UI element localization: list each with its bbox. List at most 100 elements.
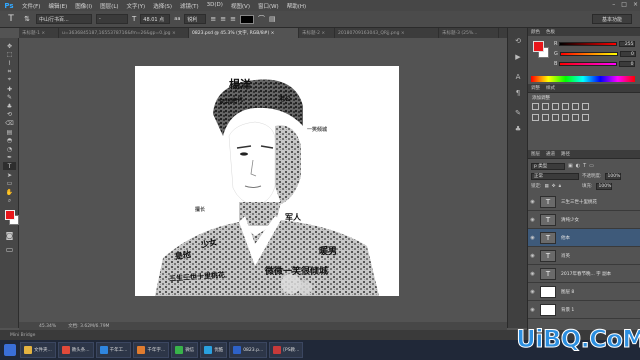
- start-button[interactable]: [4, 344, 16, 356]
- adjustment-layer-icon[interactable]: [542, 103, 549, 110]
- red-slider[interactable]: [559, 42, 618, 46]
- adjustment-layer-icon[interactable]: [552, 103, 559, 110]
- font-style-select[interactable]: -: [96, 14, 128, 24]
- filter-adjust-icon[interactable]: ◐: [576, 163, 580, 169]
- visibility-eye-icon[interactable]: ◉: [528, 235, 537, 241]
- path-select-icon[interactable]: ➤: [3, 171, 16, 179]
- visibility-eye-icon[interactable]: ◉: [528, 307, 537, 313]
- warp-text-icon[interactable]: ⌒: [258, 14, 265, 24]
- clone-source-icon[interactable]: ♣: [512, 124, 524, 134]
- menu-item[interactable]: 选择(S): [149, 2, 176, 10]
- font-size-select[interactable]: 48.01 点: [140, 14, 171, 24]
- adjustment-layer-icon[interactable]: [552, 114, 559, 121]
- layer-row[interactable]: ◉ T 2017年春节晚... 字 副本: [528, 265, 640, 283]
- green-slider[interactable]: [559, 52, 618, 56]
- document-tab[interactable]: 0823.psd @ 45.3% (文字, RGB/8#) ×: [189, 28, 299, 38]
- adjustment-layer-icon[interactable]: [582, 103, 589, 110]
- menu-item[interactable]: 编辑(E): [44, 2, 71, 10]
- layer-kind-select[interactable]: p 类型: [531, 162, 565, 170]
- layer-row[interactable]: ◉ T 三生三世十里桃花: [528, 193, 640, 211]
- tab-channels[interactable]: 通道: [546, 151, 555, 157]
- filter-shape-icon[interactable]: ▭: [589, 163, 594, 169]
- color-spectrum[interactable]: [531, 76, 635, 82]
- adjustment-layer-icon[interactable]: [532, 103, 539, 110]
- filter-pixel-icon[interactable]: ▣: [568, 163, 573, 169]
- text-orientation-icon[interactable]: ⇅: [22, 13, 32, 25]
- taskbar-item[interactable]: 优酷: [200, 342, 228, 358]
- taskbar-item[interactable]: 微信: [171, 342, 199, 358]
- dodge-icon[interactable]: ◔: [3, 145, 16, 153]
- foreground-color-swatch[interactable]: [5, 210, 15, 220]
- document-tab[interactable]: 未标题-1 ×: [19, 28, 59, 38]
- document-tab[interactable]: 未标题-2 ×: [299, 28, 335, 38]
- character-panel-icon[interactable]: A: [512, 72, 524, 82]
- filter-type-icon[interactable]: T: [583, 163, 586, 169]
- marquee-icon[interactable]: ⬚: [3, 51, 16, 59]
- zoom-icon[interactable]: ⌕: [3, 197, 16, 205]
- document-tab[interactable]: 未标题-3 (25%...: [439, 28, 499, 38]
- align-right-icon[interactable]: ≡: [230, 15, 236, 23]
- shape-icon[interactable]: ▭: [3, 180, 16, 188]
- history-panel-icon[interactable]: ⟲: [512, 36, 524, 46]
- font-family-select[interactable]: 中山行书百...: [36, 14, 92, 24]
- eraser-icon[interactable]: ⌫: [3, 119, 16, 127]
- taskbar-item[interactable]: [PS教...: [269, 342, 304, 358]
- menu-item[interactable]: 文字(Y): [123, 2, 150, 10]
- layer-row[interactable]: ◉ T 清纯少女: [528, 211, 640, 229]
- adjustment-layer-icon[interactable]: [572, 114, 579, 121]
- taskbar-item[interactable]: 教头条...: [57, 342, 94, 358]
- taskbar-item[interactable]: 千年字...: [133, 342, 170, 358]
- blue-slider[interactable]: [559, 62, 618, 66]
- visibility-eye-icon[interactable]: ◉: [528, 217, 537, 223]
- layer-row[interactable]: ◉ 图层 8: [528, 283, 640, 301]
- menu-item[interactable]: 滤镜(T): [176, 2, 203, 10]
- type-icon[interactable]: T: [3, 162, 16, 171]
- adjustment-layer-icon[interactable]: [562, 103, 569, 110]
- eyedropper-icon[interactable]: ⌖: [3, 76, 16, 84]
- lock-pixels-icon[interactable]: ▦: [545, 184, 549, 189]
- stamp-icon[interactable]: ♣: [3, 102, 16, 110]
- align-left-icon[interactable]: ≡: [210, 15, 216, 23]
- tab-styles[interactable]: 样式: [546, 85, 555, 91]
- document-tab[interactable]: u=3636845187,1655378716&fm=26&gp=0.jpg ×: [59, 28, 189, 38]
- pen-icon[interactable]: ✒: [3, 154, 16, 162]
- tab-swatches[interactable]: 色板: [546, 29, 555, 35]
- menu-item[interactable]: 视图(V): [227, 2, 254, 10]
- minimize-icon[interactable]: –: [612, 1, 615, 8]
- history-brush-icon[interactable]: ⟲: [3, 111, 16, 119]
- menu-item[interactable]: 图层(L): [96, 2, 122, 10]
- workspace-select[interactable]: 基本功能: [592, 14, 632, 24]
- blur-icon[interactable]: ◓: [3, 137, 16, 145]
- opacity-input[interactable]: 100%: [604, 172, 621, 180]
- fill-input[interactable]: 100%: [595, 182, 612, 190]
- lock-all-icon[interactable]: 🔒︎: [559, 183, 561, 189]
- visibility-eye-icon[interactable]: ◉: [528, 271, 537, 277]
- hand-icon[interactable]: ✋: [3, 188, 16, 196]
- layer-row[interactable]: ◉ 背景 1: [528, 301, 640, 319]
- move-icon[interactable]: ✥: [3, 42, 16, 50]
- actions-panel-icon[interactable]: ▶: [512, 52, 524, 62]
- color-panel-fg-swatch[interactable]: [533, 41, 544, 52]
- layer-row[interactable]: ◉ T 他本: [528, 229, 640, 247]
- taskbar-item[interactable]: 千年工...: [95, 342, 132, 358]
- taskbar-item[interactable]: 0823.p...: [229, 342, 268, 358]
- quick-mask-icon[interactable]: ◙: [3, 230, 16, 241]
- healing-icon[interactable]: ✚: [3, 85, 16, 93]
- adjustment-layer-icon[interactable]: [562, 114, 569, 121]
- type-tool-preset-icon[interactable]: T: [4, 13, 18, 25]
- green-value[interactable]: 0: [619, 51, 636, 57]
- layer-row[interactable]: ◉ T 肖英: [528, 247, 640, 265]
- tab-paths[interactable]: 路径: [561, 151, 570, 157]
- align-center-icon[interactable]: ≡: [220, 15, 226, 23]
- menu-item[interactable]: 3D(D): [203, 2, 227, 10]
- red-value[interactable]: 255: [619, 41, 636, 47]
- adjustment-layer-icon[interactable]: [542, 114, 549, 121]
- blend-mode-select[interactable]: 正常: [531, 172, 579, 180]
- crop-icon[interactable]: ⌗: [3, 68, 16, 76]
- lock-position-icon[interactable]: ✥: [552, 184, 556, 189]
- gradient-icon[interactable]: ▤: [3, 128, 16, 136]
- brush-panel-icon[interactable]: ✎: [512, 108, 524, 118]
- tab-adjustments[interactable]: 调整: [531, 85, 540, 91]
- text-color-swatch[interactable]: [240, 14, 255, 24]
- menu-item[interactable]: 文件(F): [18, 2, 44, 10]
